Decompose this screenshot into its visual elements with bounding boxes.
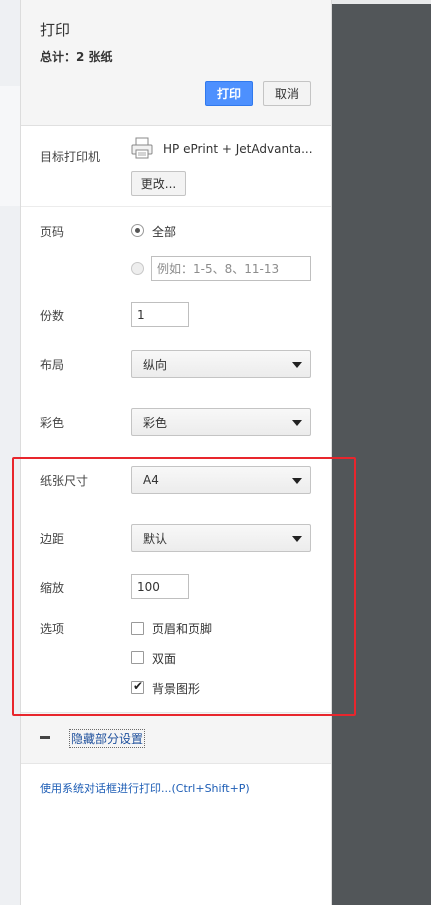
color-label: 彩色 [40,416,65,430]
pages-label: 页码 [40,225,65,239]
system-dialog-link[interactable]: 使用系统对话框进行打印...(Ctrl+Shift+P) [40,780,250,796]
copies-label: 份数 [40,309,65,323]
dropdown-arrow-icon [292,420,302,426]
pages-range-radio[interactable] [131,262,144,275]
print-settings-panel: 打印 总计：2 张纸 打印 取消 目标打印机 HP ePrint + JetAd… [20,0,332,905]
color-select[interactable]: 彩色 [131,408,311,436]
settings-toggle-bar: 隐藏部分设置 [21,712,331,764]
destination-label: 目标打印机 [40,150,101,164]
layout-value: 纵向 [143,357,168,372]
printer-name: HP ePrint + JetAdvanta... [163,142,313,156]
print-header: 打印 总计：2 张纸 打印 取消 [21,0,331,126]
pages-range-input[interactable]: 例如：1-5、8、11-13 [151,256,311,281]
background-block [0,86,20,206]
print-preview-area[interactable] [332,0,431,905]
cancel-button[interactable]: 取消 [263,81,311,106]
dropdown-arrow-icon [292,362,302,368]
sheet-total: 总计：2 张纸 [40,50,113,64]
preview-top-edge [332,0,431,4]
change-printer-button[interactable]: 更改... [131,171,186,196]
pages-all-label: 全部 [152,225,177,239]
print-button[interactable]: 打印 [205,81,253,106]
collapse-icon[interactable] [40,736,50,739]
layout-label: 布局 [40,358,65,372]
copies-input[interactable]: 1 [131,302,189,327]
printer-icon [131,137,153,159]
layout-select[interactable]: 纵向 [131,350,311,378]
background-page-strip [0,0,20,905]
highlight-annotation-box [12,457,356,716]
color-value: 彩色 [143,415,168,430]
pages-all-radio[interactable] [131,224,144,237]
divider [21,206,331,207]
dialog-title: 打印 [40,21,71,39]
hide-settings-link[interactable]: 隐藏部分设置 [69,729,146,748]
